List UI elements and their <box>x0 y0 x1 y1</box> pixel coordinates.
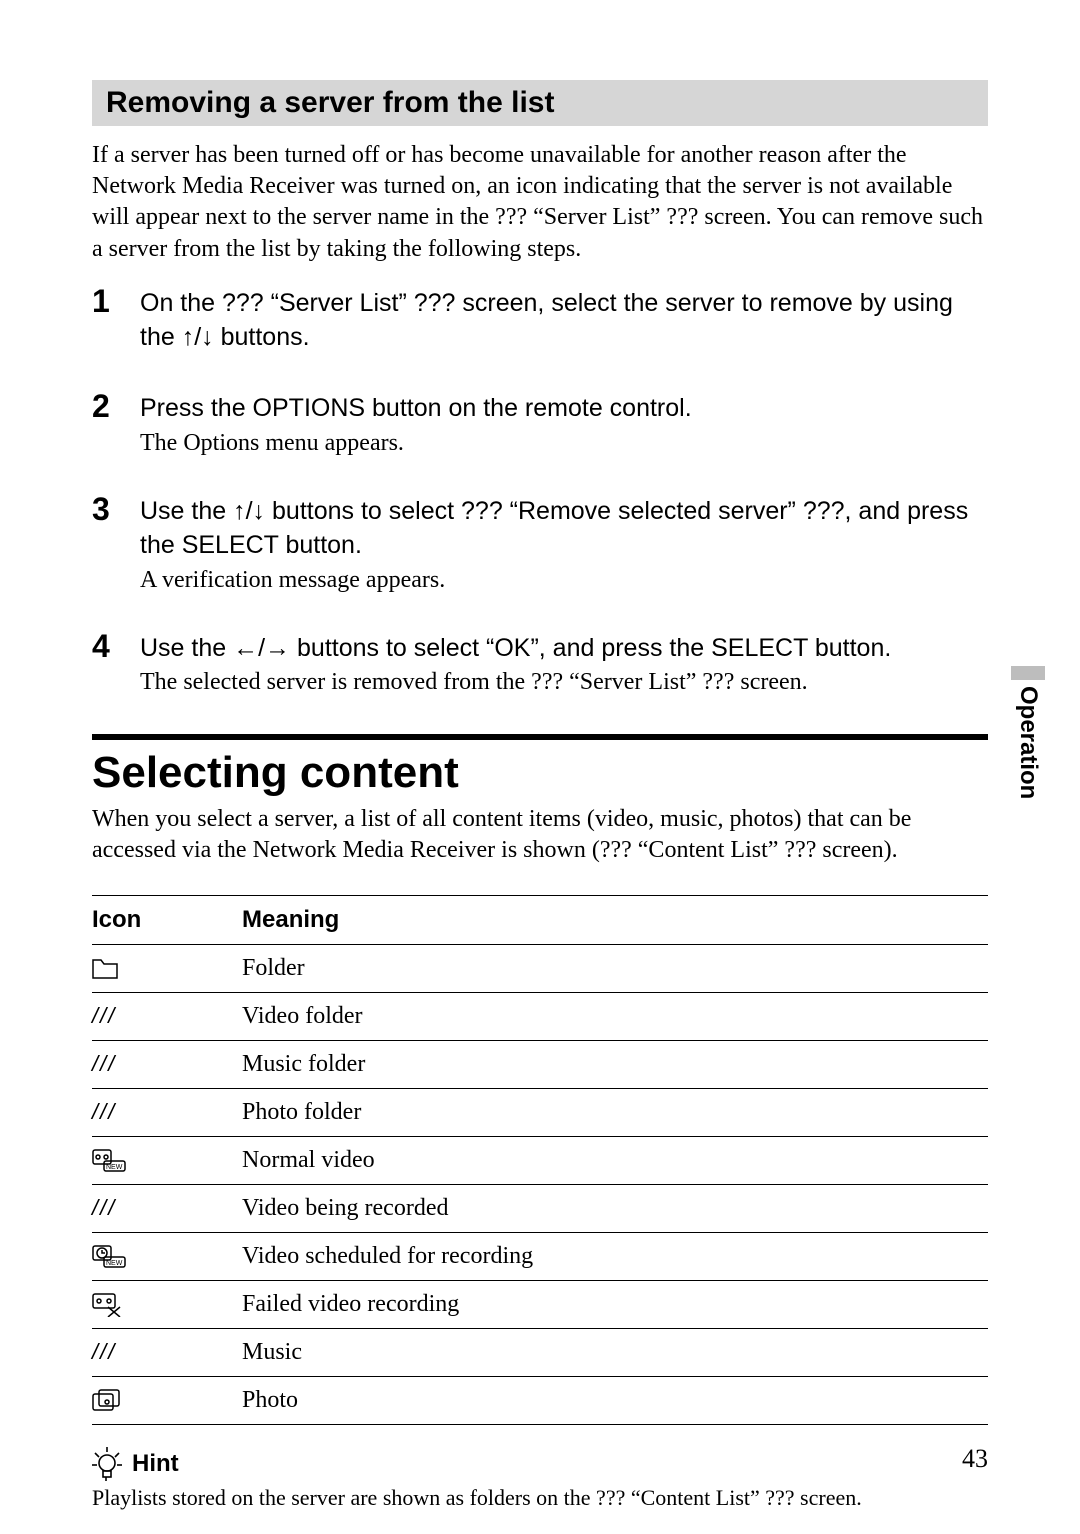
meaning-cell: Video being recorded <box>242 1184 988 1232</box>
step-main: Use the ←/→ buttons to select “OK”, and … <box>140 632 988 666</box>
step-number: 3 <box>92 491 110 528</box>
col-header-meaning: Meaning <box>242 895 988 944</box>
meaning-cell: Video scheduled for recording <box>242 1232 988 1280</box>
meaning-cell: Normal video <box>242 1136 988 1184</box>
table-row: Failed video recording <box>92 1280 988 1328</box>
intro-text: If a server has been turned off or has b… <box>92 140 988 265</box>
meaning-cell: Photo folder <box>242 1088 988 1136</box>
hint-bulb-icon <box>92 1447 122 1481</box>
page-number: 43 <box>962 1444 988 1474</box>
meaning-cell: Video folder <box>242 992 988 1040</box>
step-number: 4 <box>92 628 110 665</box>
step-sub: The Options menu appears. <box>140 430 988 457</box>
step-main: Use the ↑/↓ buttons to select ??? “Remov… <box>140 495 988 563</box>
tape_x-icon <box>92 1280 242 1328</box>
slashes-icon: /// <box>92 1184 242 1232</box>
step-main: On the ??? “Server List” ??? screen, sel… <box>140 287 988 355</box>
step-number: 2 <box>92 388 110 425</box>
step-main: Press the OPTIONS button on the remote c… <box>140 392 988 426</box>
hint-heading: Hint <box>92 1447 988 1481</box>
meaning-cell: Music folder <box>242 1040 988 1088</box>
table-row: NEW Video scheduled for recording <box>92 1232 988 1280</box>
hint-label: Hint <box>132 1450 179 1478</box>
clock_new-icon: NEW <box>92 1232 242 1280</box>
manual-page: Operation Removing a server from the lis… <box>0 0 1080 1534</box>
meaning-cell: Music <box>242 1328 988 1376</box>
step-number: 1 <box>92 283 110 320</box>
step-2: 2 Press the OPTIONS button on the remote… <box>92 392 988 457</box>
col-header-icon: Icon <box>92 895 242 944</box>
slashes-icon: /// <box>92 1088 242 1136</box>
meaning-cell: Failed video recording <box>242 1280 988 1328</box>
slashes-icon: /// <box>92 1040 242 1088</box>
step-1: 1 On the ??? “Server List” ??? screen, s… <box>92 287 988 355</box>
table-row: ///Video folder <box>92 992 988 1040</box>
table-row: ///Music <box>92 1328 988 1376</box>
tape_new-icon: NEW <box>92 1136 242 1184</box>
left-right-arrow-icon: ←/→ <box>233 634 290 662</box>
svg-text:NEW: NEW <box>106 1164 123 1171</box>
section-heading-selecting-content: Selecting content <box>92 748 988 798</box>
steps-list: 1 On the ??? “Server List” ??? screen, s… <box>92 287 988 697</box>
side-tab: Operation <box>1006 666 1050 799</box>
meaning-cell: Folder <box>242 944 988 992</box>
step-sub: The selected server is removed from the … <box>140 669 988 696</box>
icon-meaning-table: Icon Meaning Folder///Video folder///Mus… <box>92 895 988 1425</box>
side-tab-marker <box>1011 666 1045 680</box>
step-3: 3 Use the ↑/↓ buttons to select ??? “Rem… <box>92 495 988 594</box>
meaning-cell: Photo <box>242 1376 988 1424</box>
step-4: 4 Use the ←/→ buttons to select “OK”, an… <box>92 632 988 697</box>
slashes-icon: /// <box>92 1328 242 1376</box>
table-row: ///Video being recorded <box>92 1184 988 1232</box>
table-row: NEW Normal video <box>92 1136 988 1184</box>
svg-text:NEW: NEW <box>106 1260 123 1267</box>
section-heading-remove-server: Removing a server from the list <box>92 80 988 126</box>
step-sub: A verification message appears. <box>140 567 988 594</box>
section2-intro: When you select a server, a list of all … <box>92 804 988 866</box>
up-down-arrow-icon: ↑/↓ <box>182 323 214 351</box>
slashes-icon: /// <box>92 992 242 1040</box>
table-row: ///Music folder <box>92 1040 988 1088</box>
table-row: Folder <box>92 944 988 992</box>
side-tab-label: Operation <box>1014 686 1042 799</box>
divider <box>92 734 988 740</box>
folder-icon <box>92 944 242 992</box>
table-row: ///Photo folder <box>92 1088 988 1136</box>
table-row: Photo <box>92 1376 988 1424</box>
hint-body: Playlists stored on the server are shown… <box>92 1485 988 1511</box>
up-down-arrow-icon: ↑/↓ <box>233 497 265 525</box>
photos-icon <box>92 1376 242 1424</box>
